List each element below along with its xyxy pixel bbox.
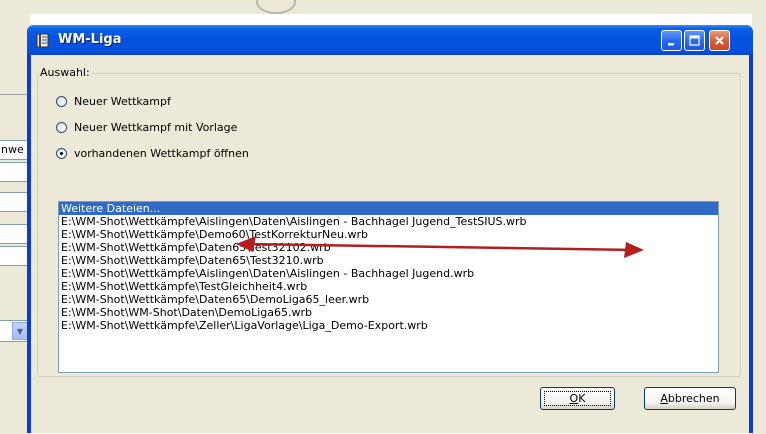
- group-label: Auswahl:: [38, 66, 92, 79]
- close-button[interactable]: [709, 30, 730, 51]
- list-item[interactable]: E:\WM-Shot\Wettkämpfe\Daten65\DemoLiga65…: [59, 293, 718, 306]
- radio-new-competition-template[interactable]: Neuer Wettkampf mit Vorlage: [56, 121, 237, 134]
- window-title: WM-Liga: [58, 32, 122, 47]
- radio-indicator-checked[interactable]: [56, 148, 67, 159]
- minimize-icon: [668, 43, 674, 46]
- dialog-client-area: Auswahl: Neuer Wettkampf Neuer Wettkampf…: [31, 55, 749, 433]
- radio-indicator[interactable]: [56, 122, 67, 133]
- radio-label: vorhandenen Wettkampf öffnen: [74, 147, 249, 160]
- list-item[interactable]: E:\WM-Shot\Wettkämpfe\Aislingen\Daten\Ai…: [59, 215, 718, 228]
- radio-indicator[interactable]: [56, 96, 67, 107]
- ok-button[interactable]: OK: [540, 387, 615, 410]
- chevron-down-icon[interactable]: ▼: [12, 322, 28, 340]
- radio-label: Neuer Wettkampf: [74, 95, 171, 108]
- cancel-button[interactable]: Abbrechen: [644, 387, 736, 410]
- dialog-window: WM-Liga Auswahl: Neuer Wettkampf Neuer W…: [27, 25, 753, 433]
- list-item-more-files[interactable]: Weitere Dateien...: [59, 202, 718, 215]
- background-text-field[interactable]: [0, 246, 28, 266]
- background-dropdown[interactable]: ▼: [0, 320, 30, 342]
- background-field-text: nwe: [1, 143, 24, 156]
- radio-open-existing[interactable]: vorhandenen Wettkampf öffnen: [56, 147, 249, 160]
- background-app-right-panel: [752, 14, 766, 434]
- maximize-icon: [689, 35, 700, 46]
- list-item[interactable]: E:\WM-Shot\Wettkämpfe\TestGleichheit4.wr…: [59, 280, 718, 293]
- background-divider: [0, 94, 30, 95]
- radio-new-competition[interactable]: Neuer Wettkampf: [56, 95, 171, 108]
- list-item[interactable]: E:\WM-Shot\Wettkämpfe\Aislingen\Daten\Ai…: [59, 267, 718, 280]
- list-item[interactable]: E:\WM-Shot\Wettkämpfe\Zeller\LigaVorlage…: [59, 319, 718, 332]
- maximize-button[interactable]: [684, 30, 705, 51]
- list-item[interactable]: E:\WM-Shot\Wettkämpfe\Demo60\TestKorrekt…: [59, 228, 718, 241]
- radio-label: Neuer Wettkampf mit Vorlage: [74, 121, 238, 134]
- background-text-field[interactable]: nwe: [0, 140, 28, 160]
- ok-button-label: OK: [569, 392, 586, 405]
- list-item[interactable]: E:\WM-Shot\Wettkämpfe\Daten65\Test3210.w…: [59, 254, 718, 267]
- app-book-icon: [35, 32, 51, 48]
- list-item[interactable]: E:\WM-Shot\WM-Shot\Daten\DemoLiga65.wrb: [59, 306, 718, 319]
- close-icon: [715, 36, 724, 45]
- title-bar[interactable]: WM-Liga: [27, 25, 753, 55]
- cancel-button-label: Abbrechen: [660, 392, 720, 405]
- background-text-field[interactable]: [0, 162, 28, 182]
- recent-files-list[interactable]: Weitere Dateien... E:\WM-Shot\Wettkämpfe…: [58, 201, 719, 373]
- list-item[interactable]: E:\WM-Shot\Wettkämpfe\Daten65\Test32102.…: [59, 241, 718, 254]
- background-app-toolbar: [0, 0, 766, 14]
- minimize-button[interactable]: [661, 30, 682, 51]
- background-text-field[interactable]: [0, 224, 28, 244]
- background-text-field[interactable]: [0, 192, 28, 212]
